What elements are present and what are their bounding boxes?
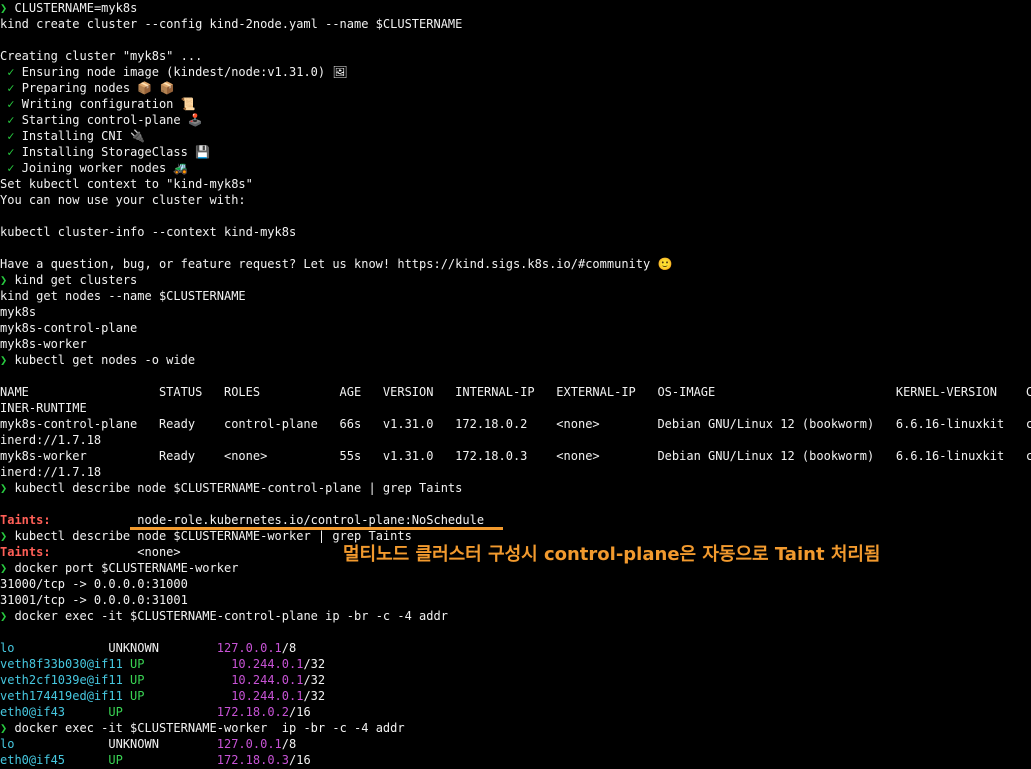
output-line: ✓ Writing configuration 📜: [7, 97, 196, 111]
output-line: ✓ Joining worker nodes 🚜: [7, 161, 189, 175]
table-row-wrap: inerd://1.7.18: [0, 465, 102, 479]
taints-value: node-role.kubernetes.io/control-plane:No…: [50, 513, 485, 527]
annotation-text: 멀티노드 클러스터 구성시 control-plane은 자동으로 Taint …: [343, 544, 881, 565]
output-line: Set kubectl context to "kind-myk8s": [0, 177, 253, 191]
taints-worker: Taints: <none>: [0, 544, 181, 560]
output-line: ✓ Preparing nodes 📦 📦: [7, 81, 175, 95]
taints-label: Taints:: [0, 513, 51, 527]
cmd-line: ❯ kind get clusters: [0, 273, 138, 287]
output-line: myk8s-worker: [0, 337, 87, 351]
prompt-symbol: ❯: [0, 1, 8, 15]
annotation-underline: [130, 527, 503, 530]
cmd-line-clustername: ❯ CLUSTERNAME=myk8s: [0, 1, 138, 15]
taints-value: <none>: [50, 545, 181, 559]
output-line: 31001/tcp -> 0.0.0.0:31001: [0, 593, 188, 607]
output-line: kubectl cluster-info --context kind-myk8…: [0, 225, 297, 239]
iface-row: eth0@if43 UP 172.18.0.2/16: [0, 705, 311, 719]
iface-row: veth8f33b030@if11 UP 10.244.0.1/32: [0, 657, 326, 671]
cmd-line: ❯ docker exec -it $CLUSTERNAME-control-p…: [0, 609, 448, 623]
nodes-table-header: NAME STATUS ROLES AGE VERSION INTERNAL-I…: [0, 385, 1031, 399]
cmd-line: ❯ kubectl get nodes -o wide: [0, 353, 196, 367]
output-line: 31000/tcp -> 0.0.0.0:31000: [0, 577, 188, 591]
output-line: Have a question, bug, or feature request…: [0, 257, 673, 271]
output-line: ✓ Installing CNI 🔌: [7, 129, 146, 143]
iface-row: veth174419ed@if11 UP 10.244.0.1/32: [0, 689, 326, 703]
table-row: myk8s-worker Ready <none> 55s v1.31.0 17…: [0, 449, 1031, 463]
cmd-line: ❯ docker port $CLUSTERNAME-worker: [0, 561, 239, 575]
taints-label: Taints:: [0, 545, 51, 559]
cmd-line: ❯ docker exec -it $CLUSTERNAME-worker ip…: [0, 721, 405, 735]
cmd-line: ❯ kubectl describe node $CLUSTERNAME-wor…: [0, 529, 412, 543]
nodes-table-header-wrap: INER-RUNTIME: [0, 401, 87, 415]
iface-row: lo UNKNOWN 127.0.0.1/8: [0, 737, 297, 751]
table-row: myk8s-control-plane Ready control-plane …: [0, 417, 1031, 431]
output-line: myk8s: [0, 305, 37, 319]
iface-row: lo UNKNOWN 127.0.0.1/8: [0, 641, 297, 655]
terminal-window[interactable]: ❯ CLUSTERNAME=myk8s kind create cluster …: [0, 0, 1031, 769]
output-line: ✓ Starting control-plane 🕹️: [7, 113, 203, 127]
iface-row: eth0@if45 UP 172.18.0.3/16: [0, 753, 311, 767]
output-line: ✓ Installing StorageClass 💾: [7, 145, 211, 159]
output-line: You can now use your cluster with:: [0, 193, 246, 207]
iface-row: veth2cf1039e@if11 UP 10.244.0.1/32: [0, 673, 326, 687]
output-line: kind get nodes --name $CLUSTERNAME: [0, 289, 246, 303]
taints-control-plane: Taints: node-role.kubernetes.io/control-…: [0, 512, 484, 528]
table-row-wrap: inerd://1.7.18: [0, 433, 102, 447]
output-line: Creating cluster "myk8s" ...: [0, 49, 203, 63]
output-line: myk8s-control-plane: [0, 321, 138, 335]
output-line: ✓ Ensuring node image (kindest/node:v1.3…: [7, 65, 348, 79]
cmd-line: ❯ kubectl describe node $CLUSTERNAME-con…: [0, 481, 463, 495]
output-line: kind create cluster --config kind-2node.…: [0, 17, 463, 31]
